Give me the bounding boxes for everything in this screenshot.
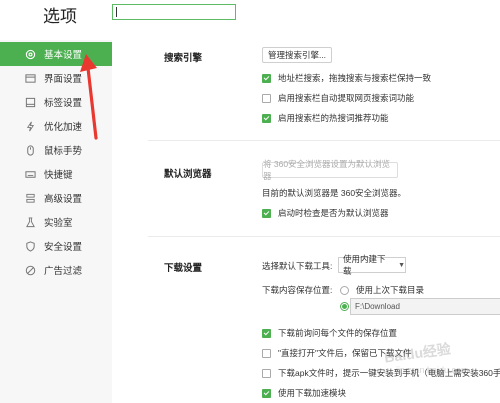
download-tool-label: 选择默认下载工具: bbox=[262, 261, 333, 271]
manage-search-engines-button[interactable]: 管理搜索引擎... bbox=[262, 47, 332, 63]
annotation-arrow-icon bbox=[80, 54, 98, 140]
text-caret bbox=[116, 7, 117, 17]
radio-label: 使用上次下载目录 bbox=[356, 285, 425, 295]
header-bar: 选项 bbox=[0, 0, 500, 32]
option-label: 启用搜索栏的热搜词推荐功能 bbox=[278, 113, 389, 123]
checkbox[interactable] bbox=[262, 208, 271, 218]
gear-icon bbox=[24, 48, 36, 60]
option-row[interactable]: 启用搜索栏自动提取网页搜索词功能 bbox=[262, 92, 414, 104]
sidebar-item-adblock[interactable]: 广告过滤 bbox=[0, 258, 112, 282]
default-browser-status: 目前的默认浏览器是 360安全浏览器。 bbox=[262, 188, 407, 198]
sidebar-item-lab[interactable]: 实验室 bbox=[0, 210, 112, 234]
checkbox[interactable] bbox=[262, 368, 271, 378]
section-title-default-browser: 默认浏览器 bbox=[164, 169, 212, 180]
sidebar-item-label: 快捷键 bbox=[44, 170, 73, 181]
section-title-search-engine: 搜索引擎 bbox=[164, 53, 203, 64]
checkbox[interactable] bbox=[262, 113, 271, 123]
sidebar-item-shortcuts[interactable]: 快捷键 bbox=[0, 162, 112, 186]
block-icon bbox=[24, 264, 36, 276]
download-tool-select[interactable]: 使用内建下载 ▼ bbox=[338, 254, 406, 276]
download-path-field[interactable]: F:\Download bbox=[350, 298, 500, 315]
checkbox[interactable] bbox=[262, 93, 271, 103]
divider bbox=[148, 236, 500, 237]
option-label: 使用下载加速模块 bbox=[278, 388, 347, 398]
option-row[interactable]: 使用下载加速模块 bbox=[262, 387, 346, 399]
option-label: 启动时检查是否为默认浏览器 bbox=[278, 208, 389, 218]
option-label: 下载前询问每个文件的保存位置 bbox=[278, 328, 398, 338]
divider bbox=[148, 140, 500, 141]
stack-icon bbox=[24, 192, 36, 204]
sidebar-item-label: 安全设置 bbox=[44, 242, 83, 253]
tab-icon bbox=[24, 96, 36, 108]
download-location-label: 下载内容保存位置: bbox=[262, 285, 333, 295]
keyboard-icon bbox=[24, 168, 36, 180]
option-label: 启用搜索栏自动提取网页搜索词功能 bbox=[278, 93, 415, 103]
set-default-browser-button[interactable]: 将 360安全浏览器设置为默认浏览器 bbox=[262, 159, 398, 181]
bolt-icon bbox=[24, 120, 36, 132]
search-input[interactable] bbox=[112, 4, 236, 20]
option-row[interactable]: 启动时检查是否为默认浏览器 bbox=[262, 207, 389, 219]
watermark-url: jingyan.baidu.com bbox=[396, 365, 469, 375]
radio-button[interactable] bbox=[340, 302, 349, 311]
sidebar-item-advanced[interactable]: 高级设置 bbox=[0, 186, 112, 210]
option-row[interactable]: 启用搜索栏的热搜词推荐功能 bbox=[262, 112, 389, 124]
mouse-icon bbox=[24, 144, 36, 156]
option-row[interactable]: 下载前询问每个文件的保存位置 bbox=[262, 327, 397, 339]
checkbox[interactable] bbox=[262, 328, 271, 338]
window-icon bbox=[24, 72, 36, 84]
flask-icon bbox=[24, 216, 36, 228]
section-title-download: 下载设置 bbox=[164, 263, 203, 274]
page-title: 选项 bbox=[43, 7, 77, 26]
checkbox[interactable] bbox=[262, 348, 271, 358]
option-row[interactable]: 地址栏搜索，拖拽搜索与搜索栏保持一致 bbox=[262, 72, 431, 84]
watermark-text: Baidu经验 bbox=[383, 340, 452, 366]
radio-row[interactable]: 使用上次下载目录 bbox=[340, 284, 424, 296]
sidebar-item-label: 高级设置 bbox=[44, 194, 83, 205]
checkbox[interactable] bbox=[262, 388, 271, 398]
sidebar-item-security[interactable]: 安全设置 bbox=[0, 234, 112, 258]
sidebar-item-label: 广告过滤 bbox=[44, 266, 83, 277]
option-label: 地址栏搜索，拖拽搜索与搜索栏保持一致 bbox=[278, 73, 432, 83]
sidebar-item-label: 实验室 bbox=[44, 218, 73, 229]
sidebar-item-label: 鼠标手势 bbox=[44, 146, 83, 157]
select-value: 使用内建下载 bbox=[343, 254, 386, 276]
radio-button[interactable] bbox=[340, 285, 349, 295]
triangle-down-icon: ▼ bbox=[398, 261, 405, 269]
shield-icon bbox=[24, 240, 36, 252]
checkbox[interactable] bbox=[262, 73, 271, 83]
